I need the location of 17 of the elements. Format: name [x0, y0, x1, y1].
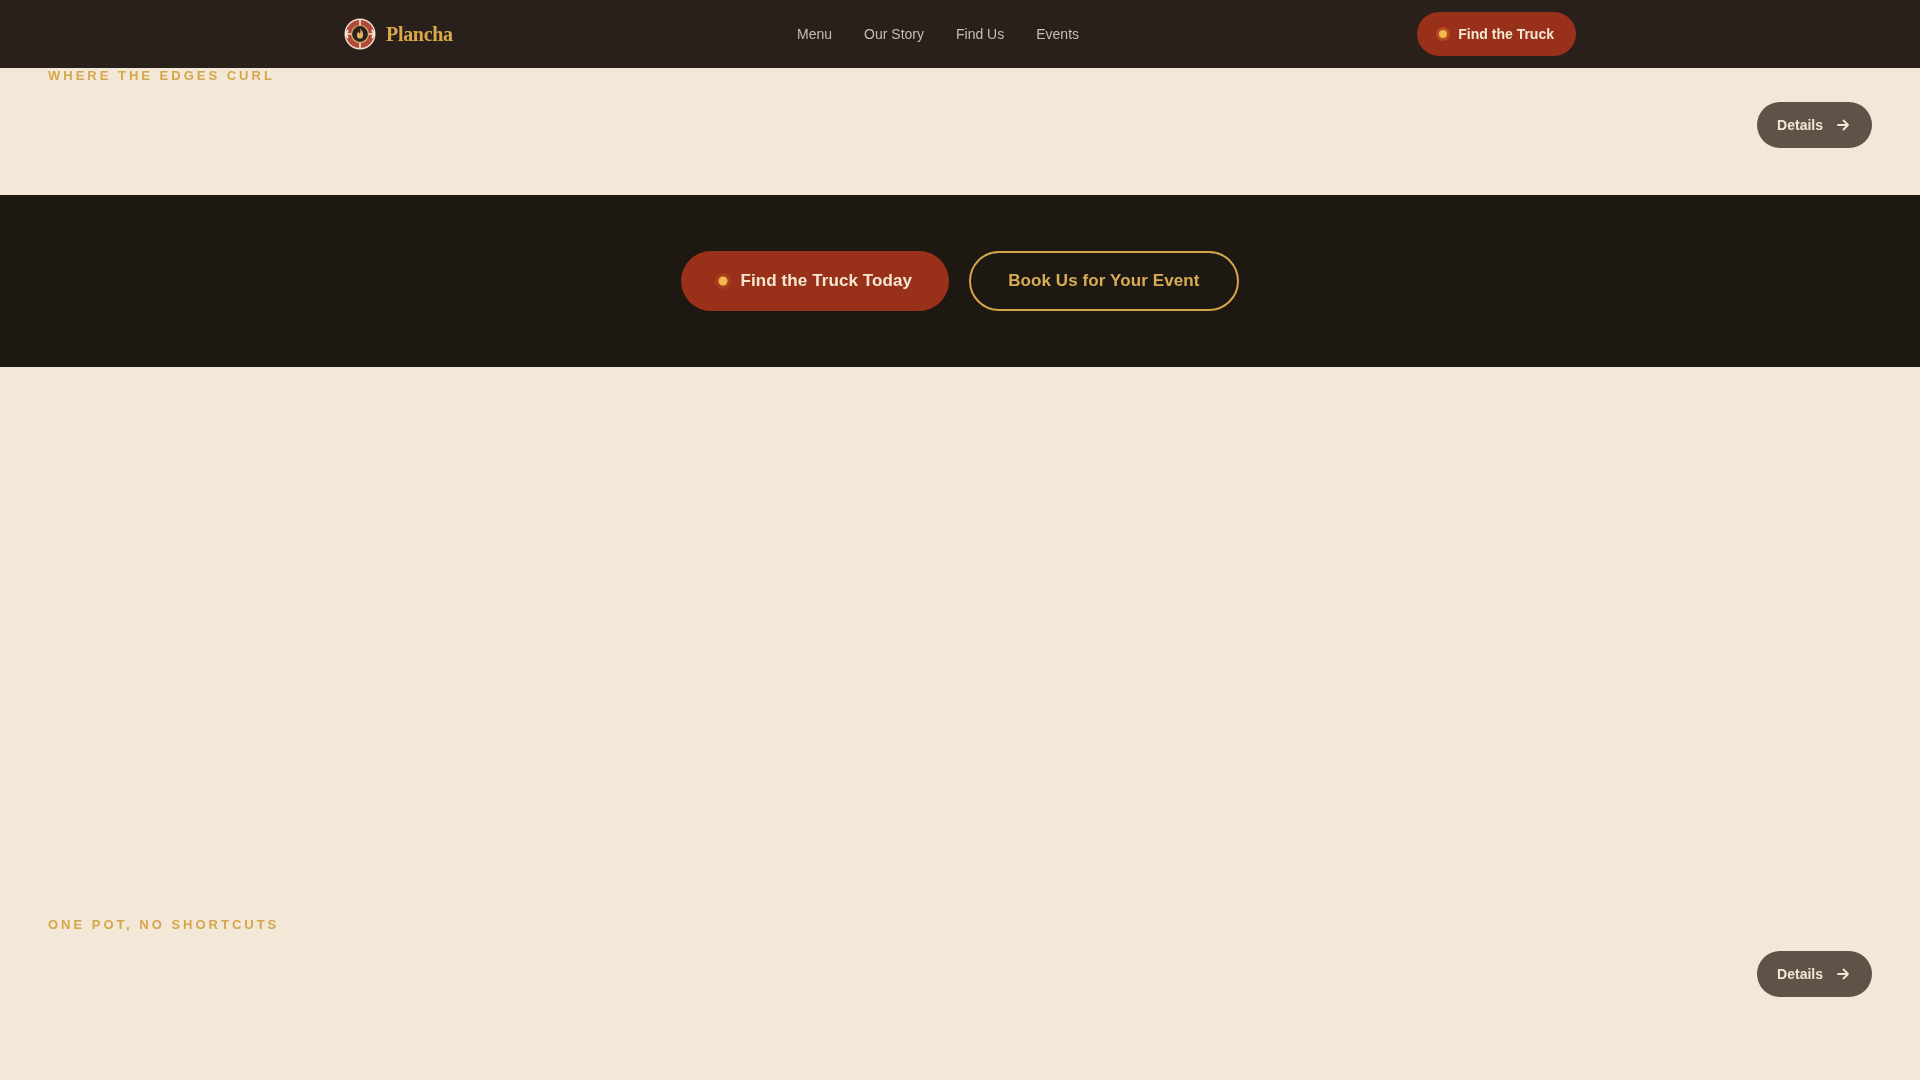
logo-emblem-icon [344, 18, 376, 50]
details-button[interactable]: Details [1757, 951, 1872, 997]
dot-icon [1436, 27, 1451, 41]
arrow-right-icon [1837, 119, 1849, 131]
find-truck-today-button[interactable]: Find the Truck Today [681, 251, 950, 311]
dot-icon [715, 273, 732, 289]
book-event-button[interactable]: Book Us for Your Event [969, 251, 1239, 311]
section-eyebrow: ONE POT, NO SHORTCUTS [48, 917, 280, 932]
section-eyebrow: WHERE THE EDGES CURL [48, 68, 275, 83]
nav-link[interactable]: Find Us [956, 26, 1005, 42]
nav-link[interactable]: Menu [797, 26, 833, 42]
nav-link[interactable]: Events [1036, 26, 1080, 42]
nav-link[interactable]: Our Story [864, 26, 924, 42]
details-button[interactable]: Details [1757, 102, 1872, 148]
arrow-right-icon [1837, 968, 1849, 980]
find-truck-button[interactable]: Find the Truck [1417, 12, 1576, 56]
brand-name[interactable]: Plancha [386, 22, 453, 46]
